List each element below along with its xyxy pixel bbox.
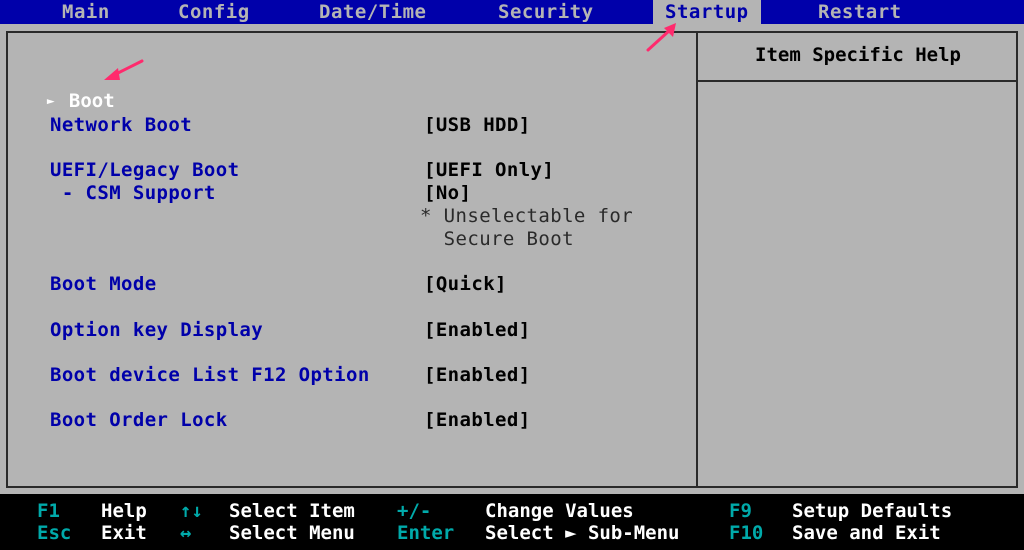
panel-divider (696, 31, 698, 488)
submenu-arrow-icon: ► (46, 94, 55, 109)
help-separator (698, 80, 1018, 82)
boot-device-list-label[interactable]: Boot device List F12 Option (50, 364, 370, 386)
tab-security[interactable]: Security (498, 0, 594, 24)
boot-device-list-value[interactable]: [Enabled] (424, 364, 531, 386)
tab-restart[interactable]: Restart (818, 0, 902, 24)
key-f9: F9 (729, 500, 752, 522)
csm-support-note-line2: Secure Boot (420, 228, 574, 250)
key-up-down: ↑↓ (180, 500, 203, 522)
key-enter-desc: Select ► Sub-Menu (485, 522, 680, 544)
boot-mode-label[interactable]: Boot Mode (50, 273, 157, 295)
key-left-right-desc: Select Menu (229, 522, 355, 544)
csm-support-note-line1: * Unselectable for (420, 205, 634, 227)
key-f1: F1 (37, 500, 60, 522)
uefi-legacy-boot-value[interactable]: [UEFI Only] (424, 159, 554, 181)
uefi-legacy-boot-label[interactable]: UEFI/Legacy Boot (50, 159, 239, 181)
help-panel-title: Item Specific Help (755, 44, 961, 66)
tab-config[interactable]: Config (178, 0, 250, 24)
key-f1-desc: Help (101, 500, 147, 522)
tab-main[interactable]: Main (62, 0, 110, 24)
option-key-display-label[interactable]: Option key Display (50, 319, 263, 341)
key-f10: F10 (729, 522, 764, 544)
network-boot-label[interactable]: Network Boot (50, 114, 192, 136)
annotation-arrow-icon (104, 59, 144, 80)
key-up-down-desc: Select Item (229, 500, 355, 522)
csm-support-label[interactable]: - CSM Support (50, 182, 216, 204)
csm-support-value[interactable]: [No] (424, 182, 471, 204)
key-esc: Esc (37, 522, 72, 544)
key-f9-desc: Setup Defaults (792, 500, 953, 522)
menu-bar: Main Config Date/Time Security Startup R… (0, 0, 1024, 24)
boot-mode-value[interactable]: [Quick] (424, 273, 507, 295)
key-f10-desc: Save and Exit (792, 522, 941, 544)
tab-date-time[interactable]: Date/Time (319, 0, 426, 24)
key-left-right: ↔ (180, 522, 192, 544)
option-key-display-value[interactable]: [Enabled] (424, 319, 531, 341)
annotation-arrow-icon (646, 23, 676, 52)
network-boot-value[interactable]: [USB HDD] (424, 114, 531, 136)
boot-label: Boot (68, 90, 115, 112)
key-plus-minus-desc: Change Values (485, 500, 634, 522)
footer-key-legend: F1 Help ↑↓ Select Item +/- Change Values… (0, 494, 1024, 550)
boot-order-lock-value[interactable]: [Enabled] (424, 409, 531, 431)
boot-order-lock-label[interactable]: Boot Order Lock (50, 409, 228, 431)
key-esc-desc: Exit (101, 522, 147, 544)
key-enter: Enter (397, 522, 455, 544)
key-plus-minus: +/- (397, 500, 432, 522)
